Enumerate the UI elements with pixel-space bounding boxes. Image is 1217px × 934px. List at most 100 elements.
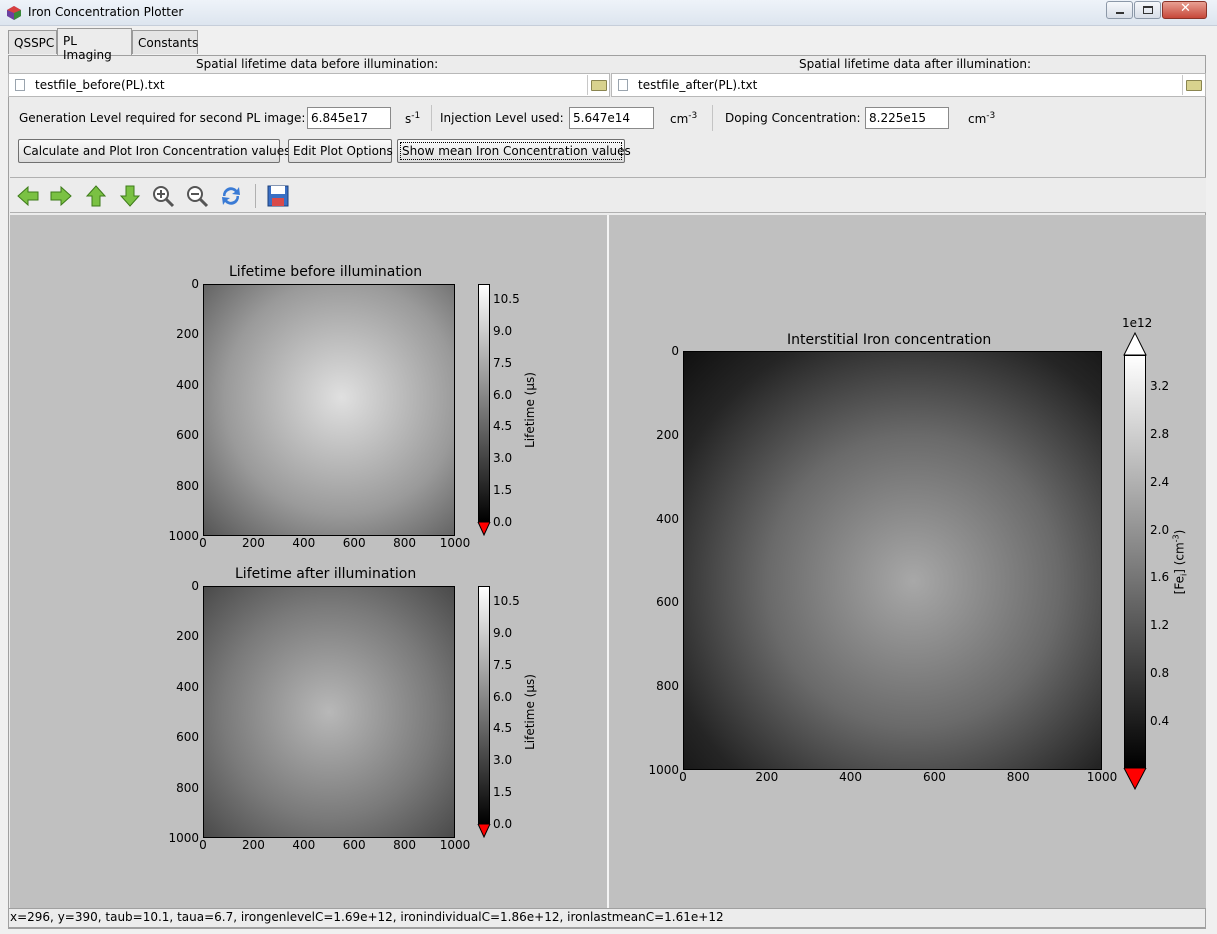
- plot-toolbar: [10, 177, 1206, 213]
- close-button[interactable]: ✕: [1162, 1, 1207, 19]
- divider: [712, 105, 713, 131]
- tab-constants[interactable]: Constants: [132, 30, 198, 54]
- x-tick-label: 600: [342, 536, 366, 550]
- x-tick-label: 0: [199, 838, 207, 852]
- colorbar-tick-label: 3.2: [1150, 379, 1170, 393]
- pan-down-icon[interactable]: [118, 184, 142, 208]
- after-colorbar-label: Lifetime (μs): [523, 674, 537, 750]
- doping-unit: cm-3: [968, 111, 996, 126]
- y-tick-label: 1000: [648, 763, 679, 777]
- before-colorbar: [478, 284, 490, 522]
- colorbar-tick-label: 1.5: [493, 785, 513, 800]
- x-tick-label: 200: [755, 770, 779, 784]
- colorbar-tick-label: 4.5: [493, 419, 513, 434]
- close-icon: ✕: [1180, 1, 1191, 16]
- edit-plot-options-button[interactable]: Edit Plot Options: [288, 139, 393, 163]
- colorbar-tick-label: 9.0: [493, 625, 513, 640]
- colorbar-tick-label: 6.0: [493, 387, 513, 402]
- browse-before-button[interactable]: [587, 75, 609, 95]
- iron-concentration-image[interactable]: [683, 351, 1102, 770]
- y-tick-label: 200: [176, 327, 199, 342]
- folder-icon: [1186, 80, 1202, 91]
- x-tick-label: 800: [393, 536, 417, 550]
- colorbar-tick-label: 1.6: [1150, 570, 1170, 585]
- maximize-button[interactable]: [1134, 1, 1161, 19]
- y-tick-label: 200: [656, 427, 679, 442]
- iron-colorbar-over-arrow: [1123, 332, 1147, 356]
- status-text: x=296, y=390, taub=10.1, taua=6.7, irong…: [10, 910, 724, 924]
- x-tick-label: 400: [292, 536, 316, 550]
- window-title: Iron Concentration Plotter: [28, 5, 184, 19]
- y-tick-label: 0: [191, 579, 199, 593]
- file-icon: [15, 79, 25, 91]
- colorbar-tick-label: 4.5: [493, 721, 513, 736]
- iron-colorbar-label: [Fei] (cm-3): [1171, 529, 1189, 595]
- colorbar-tick-label: 3.0: [493, 451, 513, 466]
- before-file-header: Spatial lifetime data before illuminatio…: [196, 57, 439, 71]
- colorbar-tick-label: 0.8: [1150, 666, 1170, 681]
- iron-colorbar: [1124, 355, 1146, 768]
- injection-unit: cm-3: [670, 111, 698, 126]
- browse-after-button[interactable]: [1182, 75, 1204, 95]
- generation-unit: s-1: [405, 111, 421, 126]
- lifetime-before-image[interactable]: [203, 284, 455, 536]
- colorbar-tick-label: 10.5: [493, 594, 520, 608]
- x-tick-label: 800: [1006, 770, 1030, 784]
- y-tick-label: 1000: [168, 529, 199, 543]
- lifetime-after-image[interactable]: [203, 586, 455, 838]
- injection-input[interactable]: 5.647e14: [569, 107, 654, 129]
- y-tick-label: 400: [656, 511, 679, 526]
- y-tick-label: 0: [671, 344, 679, 358]
- splitter[interactable]: [607, 215, 609, 908]
- colorbar-tick-label: 2.0: [1150, 522, 1170, 537]
- y-tick-label: 800: [176, 478, 199, 493]
- forward-icon[interactable]: [49, 184, 73, 208]
- x-tick-label: 400: [292, 838, 316, 852]
- before-colorbar-label: Lifetime (μs): [523, 372, 537, 448]
- calculate-plot-button[interactable]: Calculate and Plot Iron Concentration va…: [18, 139, 290, 163]
- colorbar-tick-label: 6.0: [493, 689, 513, 704]
- x-tick-label: 600: [922, 770, 946, 784]
- divider: [431, 105, 432, 131]
- zoom-in-icon[interactable]: [151, 184, 175, 208]
- before-plot-title: Lifetime before illumination: [229, 264, 423, 280]
- y-tick-label: 600: [176, 730, 199, 745]
- generation-input[interactable]: 6.845e17: [307, 107, 391, 129]
- save-icon[interactable]: [266, 184, 290, 208]
- y-tick-label: 0: [191, 277, 199, 291]
- zoom-out-icon[interactable]: [185, 184, 209, 208]
- after-file-field[interactable]: testfile_after(PL).txt: [611, 73, 1206, 97]
- colorbar-tick-label: 0.4: [1150, 714, 1170, 728]
- tab-qsspc[interactable]: QSSPC: [8, 30, 57, 54]
- iron-colorbar-multiplier: 1e12: [1122, 316, 1153, 330]
- folder-icon: [591, 80, 607, 91]
- after-file-name: testfile_after(PL).txt: [638, 78, 758, 92]
- pan-up-icon[interactable]: [84, 184, 108, 208]
- colorbar-tick-label: 0.0: [493, 817, 513, 831]
- before-file-name: testfile_before(PL).txt: [35, 78, 165, 92]
- refresh-icon[interactable]: [219, 184, 243, 208]
- x-tick-label: 1000: [1086, 770, 1118, 784]
- before-colorbar-under-arrow: [477, 522, 491, 536]
- colorbar-tick-label: 7.5: [493, 657, 513, 672]
- back-icon[interactable]: [16, 184, 40, 208]
- y-tick-label: 600: [656, 595, 679, 610]
- doping-input[interactable]: 8.225e15: [865, 107, 949, 129]
- y-tick-label: 800: [656, 679, 679, 694]
- generation-label: Generation Level required for second PL …: [19, 111, 306, 125]
- after-plot-title: Lifetime after illumination: [235, 566, 417, 582]
- doping-label: Doping Concentration:: [725, 111, 861, 125]
- minimize-button[interactable]: [1106, 1, 1133, 19]
- before-file-field[interactable]: testfile_before(PL).txt: [8, 73, 610, 97]
- after-colorbar-under-arrow: [477, 824, 491, 838]
- x-tick-label: 0: [199, 536, 207, 550]
- show-mean-iron-button[interactable]: Show mean Iron Concentration values: [397, 139, 631, 163]
- y-tick-label: 200: [176, 629, 199, 644]
- x-tick-label: 200: [241, 536, 265, 550]
- colorbar-tick-label: 0.0: [493, 515, 513, 529]
- x-tick-label: 200: [241, 838, 265, 852]
- colorbar-tick-label: 1.5: [493, 483, 513, 498]
- x-tick-label: 1000: [439, 838, 471, 852]
- tab-pl-imaging[interactable]: PL Imaging: [57, 28, 132, 62]
- after-colorbar: [478, 586, 490, 824]
